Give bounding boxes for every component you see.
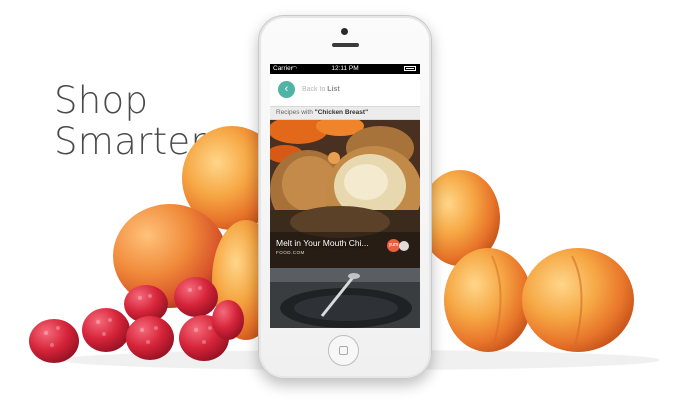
heart-icon[interactable] bbox=[399, 241, 409, 251]
back-target: List bbox=[327, 86, 340, 93]
apricot bbox=[444, 248, 532, 352]
recipes-header-ingredient: "Chicken Breast" bbox=[314, 109, 369, 116]
speaker-grille bbox=[332, 43, 359, 47]
back-arrow-icon[interactable]: ‹ bbox=[278, 81, 295, 98]
home-button[interactable] bbox=[328, 335, 359, 366]
recipe-source: FOOD.COM bbox=[276, 250, 305, 255]
status-time: 12:11 PM bbox=[331, 65, 359, 72]
status-bar: Carrier ◠ 12:11 PM bbox=[270, 64, 420, 74]
nav-bar: ‹ Back to List bbox=[270, 74, 420, 106]
recipe-card[interactable]: Melt in Your Mouth Chi... FOOD.COM yum bbox=[270, 120, 420, 268]
recipe-title: Melt in Your Mouth Chi... bbox=[276, 238, 369, 248]
recipe-card[interactable] bbox=[270, 268, 420, 328]
home-square-icon bbox=[339, 346, 348, 355]
raspberries bbox=[29, 277, 244, 363]
phone-screen: Carrier ◠ 12:11 PM ‹ Back to List Recipe… bbox=[270, 64, 420, 328]
battery-icon bbox=[404, 66, 416, 71]
phone-device: Carrier ◠ 12:11 PM ‹ Back to List Recipe… bbox=[258, 15, 432, 379]
recipes-header-prefix: Recipes with bbox=[276, 109, 315, 116]
back-to-list-link[interactable]: Back to List bbox=[302, 84, 340, 96]
recipes-header: Recipes with "Chicken Breast" bbox=[270, 106, 420, 120]
camera-icon bbox=[341, 28, 348, 35]
back-prefix: Back to bbox=[302, 86, 328, 93]
recipe-photo bbox=[270, 268, 420, 328]
